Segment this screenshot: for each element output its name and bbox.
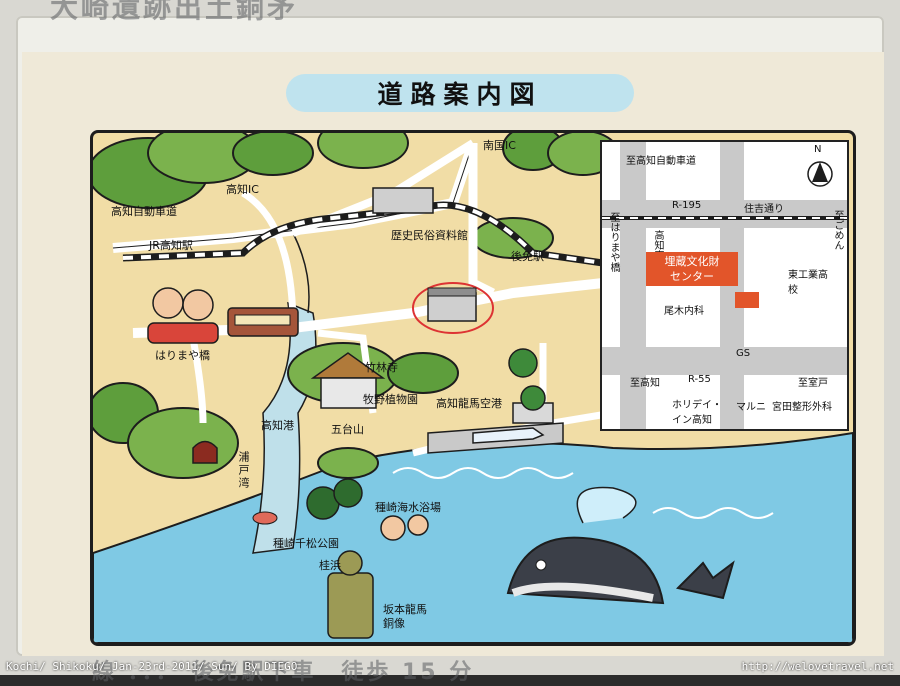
label-kochi-port: 高知港 (261, 419, 294, 432)
label-history-museum: 歴史民俗資料館 (391, 229, 468, 242)
label-makino-garden: 牧野植物園 (363, 393, 418, 406)
inset-holiday-inn: ホリデイ・イン高知 (672, 400, 722, 426)
inset-r55: R-55 (688, 374, 711, 385)
palm-tree-icon (520, 385, 546, 411)
inset-r195: R-195 (672, 200, 702, 211)
hill (232, 133, 314, 176)
label-katsurahama: 桂浜 (319, 559, 341, 572)
hill (317, 133, 409, 169)
photo-caption-left: Kochi/ Shikoku/ Jan-23rd-2011/ Sun/ By D… (6, 660, 298, 673)
north-arrow-icon (812, 162, 828, 182)
photo-caption-right: http://welovetravel.net (741, 660, 894, 673)
person-icon (182, 289, 214, 321)
center-label-line1: 埋蔵文化財 (664, 255, 720, 268)
palm-tree-icon (508, 348, 538, 378)
ryoma-head (337, 550, 363, 576)
person-icon (152, 287, 184, 319)
label-ryoma-statue: 坂本龍馬銅像 (383, 603, 427, 630)
label-jr-kochi-station: JR高知駅 (149, 239, 193, 252)
photo-background: 大崎遺跡出土銅矛 道路案内図 南国IC 高知IC 高知自動車道 JR高知駅 歴史… (0, 0, 900, 685)
buried-cultural-center-label: 埋蔵文化財 センター (646, 252, 738, 286)
inset-center-marker (735, 292, 759, 308)
center-label-line2: センター (670, 270, 714, 283)
hill (387, 352, 459, 394)
inset-north: N (814, 144, 822, 155)
tram-windows (234, 314, 291, 326)
tunnel (192, 440, 218, 464)
swimmer-icon (407, 514, 429, 536)
inset-east-tech-hs: 東工業高校 (788, 270, 828, 296)
label-kochi-ic: 高知IC (226, 183, 259, 196)
hill (127, 407, 239, 479)
label-chikurinji: 竹林寺 (365, 361, 398, 374)
label-tanezaki-park: 種崎千松公園 (273, 537, 339, 550)
inset-to-harimaya: 至はりまや橋 (608, 212, 619, 272)
label-gomen-station: 後免駅 (511, 250, 544, 263)
inset-to-kochi: 至高知 (630, 378, 660, 389)
partial-headline: 大崎遺跡出土銅矛 (50, 0, 299, 24)
inset-to-expressway: 至高知自動車道 (626, 156, 696, 167)
label-urado-bay: 浦戸湾 (237, 451, 250, 490)
label-ryoma-airport: 高知龍馬空港 (436, 397, 502, 410)
hill (317, 447, 379, 479)
label-godaisan: 五台山 (331, 423, 364, 436)
inset-sumiyoshi: 住吉通り (744, 204, 784, 215)
fish-icon (252, 511, 278, 525)
inset-miyata: 宮田整形外科 (772, 402, 832, 413)
label-nangoku-ic: 南国IC (483, 139, 516, 152)
label-tanezaki-beach: 種崎海水浴場 (375, 501, 441, 514)
map-title: 道路案内図 (286, 74, 634, 112)
inset-to-gomen: 至ごめん (832, 210, 843, 250)
museum-building (372, 187, 434, 214)
label-harimaya-bridge: はりまや橋 (155, 349, 210, 362)
ryoma-statue-icon (327, 572, 374, 639)
destination-building (427, 292, 477, 322)
inset-gs: GS (736, 348, 751, 359)
destination-roof (427, 287, 477, 297)
inset-okochi: 尾木内科 (664, 306, 704, 317)
inset-to-muroto: 至室戸 (798, 378, 828, 389)
harimaya-bridge-icon (147, 322, 219, 344)
whale-eye (535, 559, 547, 571)
swimmer-icon (380, 515, 406, 541)
inset-maruni: マルニ (736, 402, 766, 413)
label-kochi-expressway: 高知自動車道 (111, 205, 177, 218)
pine-tree-icon (333, 478, 363, 508)
